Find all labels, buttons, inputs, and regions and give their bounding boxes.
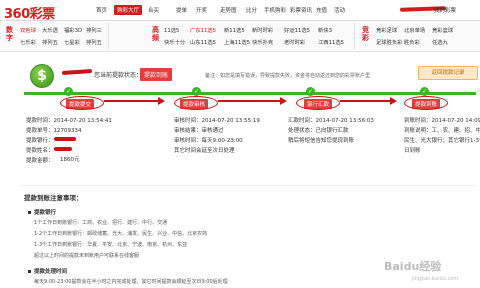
detail-text: 提款姓名： xyxy=(26,148,54,154)
status-hint: 备注：如您是填写错误，导致提款失败，资金将自动返还到您的彩票账户里 xyxy=(205,73,371,79)
menu-divider xyxy=(108,23,109,49)
lottery-item[interactable]: 北京单场 xyxy=(404,26,425,34)
detail-text: 到账时间：2014-07-20 14:09:02 xyxy=(404,118,480,124)
notes-title: 提款到账注意事项： xyxy=(24,194,83,202)
redacted-name xyxy=(54,147,72,151)
notes-subtitle: 提款银行 xyxy=(34,210,57,216)
lottery-item[interactable]: 大乐透 xyxy=(42,26,58,34)
nav-activity[interactable]: 活动 xyxy=(334,6,345,14)
detail-text: 到账说明：工、农、建、招、中行 xyxy=(404,128,480,134)
lottery-item[interactable]: 江西11选5 xyxy=(318,38,344,46)
arrow-head-icon xyxy=(390,97,397,105)
detail-text: 汇款时间：2014-07-20 13:56:03 xyxy=(288,118,374,124)
detail-text: 提款时间：2014-07-20 13:54:41 xyxy=(26,118,112,124)
notes-subtitle: 提款处理时间 xyxy=(34,269,68,275)
category-digital: 数字 xyxy=(6,26,13,42)
logo[interactable]: 360彩票 xyxy=(4,3,55,22)
notes-line: 每天9:00-23:00提款会在半小时之内完成处理，其它时间提款会顺延至次日9:… xyxy=(34,279,228,285)
divider xyxy=(20,185,476,186)
nav-submit[interactable]: 提单 xyxy=(176,6,187,14)
nav-mobile[interactable]: 手机购彩 xyxy=(264,6,286,14)
nav-group-buy[interactable]: 合买 xyxy=(148,6,159,14)
detail-text: 审核时间：2014-07-20 13:55:19 xyxy=(174,118,260,124)
bullet-icon xyxy=(28,211,31,214)
annotation-circle xyxy=(296,96,340,110)
detail-text: 处理状态：已向银行汇款 xyxy=(288,128,349,134)
detail-text: 提款单号：12709334 xyxy=(26,128,82,134)
menu-divider xyxy=(354,23,355,49)
lottery-item[interactable]: 好运11选5 xyxy=(284,26,310,34)
redacted-name xyxy=(61,68,93,76)
check-icon: ✓ xyxy=(64,87,73,96)
progress-line xyxy=(24,92,476,95)
annotation-circle xyxy=(60,96,104,110)
notes-line: 1个工作日到账银行：工商、农业、招行、建行、中行、交通 xyxy=(34,220,168,226)
nav-trend[interactable]: 走势图 xyxy=(220,6,237,14)
nav-home[interactable]: 首页 xyxy=(96,6,107,14)
detail-text: 提款银行： xyxy=(26,138,54,144)
nav-lottery-hall[interactable]: 购彩大厅 xyxy=(114,5,143,15)
lottery-item[interactable]: 排列五 xyxy=(42,38,58,46)
detail-text: 审核时间：每天9:00-23:00 xyxy=(174,138,243,144)
annotation-arrow xyxy=(218,100,280,102)
check-icon: ✓ xyxy=(420,87,429,96)
lottery-item[interactable]: 七乐彩 xyxy=(20,38,36,46)
withdraw-amount: 1860元 xyxy=(60,157,80,163)
status-badge: 提款到账 xyxy=(140,68,173,81)
lottery-item[interactable]: 新快3 xyxy=(318,26,332,34)
logo-cn: 彩票 xyxy=(29,7,56,22)
money-icon: $ xyxy=(30,64,54,88)
check-icon: ✓ xyxy=(306,87,315,96)
watermark: Baidu经验 xyxy=(384,260,442,273)
status-label: 您当前提款状态： xyxy=(94,72,143,79)
annotation-arrow xyxy=(340,100,390,102)
nav-recharge[interactable]: 充值 xyxy=(316,6,327,14)
check-icon: ✓ xyxy=(192,87,201,96)
bullet-icon xyxy=(28,270,31,273)
redacted-bank xyxy=(54,137,76,141)
lottery-item[interactable]: 福彩3D xyxy=(64,26,82,34)
lottery-item[interactable]: 竞彩篮球 xyxy=(432,26,453,34)
annotation-circle xyxy=(404,96,448,110)
detail-text: 民生、光大银行；其它银行1-3个工作 xyxy=(404,138,480,144)
lottery-item[interactable]: 排列三 xyxy=(86,26,102,34)
lottery-item[interactable]: 七星彩 xyxy=(64,38,80,46)
annotation-circle xyxy=(174,96,218,110)
lottery-item[interactable]: 11选5 xyxy=(164,26,179,34)
lottery-item[interactable]: 山东11选5 xyxy=(190,38,216,46)
detail-text: 提款金额： xyxy=(26,158,54,164)
lottery-item[interactable]: 上海11选5 xyxy=(224,38,250,46)
lottery-item[interactable]: 新11选5 xyxy=(224,26,245,34)
lottery-item[interactable]: 排列五 xyxy=(86,38,102,46)
lottery-item[interactable]: 老时时彩 xyxy=(284,38,305,46)
lottery-item[interactable]: 快乐扑克 xyxy=(252,38,273,46)
lottery-item[interactable]: 快乐十分 xyxy=(164,38,185,46)
lottery-item[interactable]: 胜负彩 xyxy=(404,38,420,46)
watermark-url: jingyan.baidu.com xyxy=(412,276,459,282)
notes-line: 超过以上时间的提款未到账用户可联系在线客服 xyxy=(34,253,140,259)
detail-text: 稍后将短信告知您提现到账 xyxy=(288,138,355,144)
back-to-records-button[interactable]: 返回提款记录 xyxy=(418,66,478,80)
category-high-freq: 高频 xyxy=(152,26,159,42)
category-sports: 竞彩 xyxy=(362,26,369,42)
lottery-item[interactable]: 广东11选5 xyxy=(190,26,216,34)
lottery-item[interactable]: 竞彩足球 xyxy=(376,26,397,34)
notes-line: 1-2个工作日到账银行：邮政储蓄、光大、浦发、民生、兴业、中信、北京农商 xyxy=(34,231,208,237)
notes-line: 1-3个工作日到账银行：华夏、平安、北京、宁波、南京、杭州、东亚 xyxy=(34,242,188,248)
lottery-item[interactable]: 足球胜负彩 xyxy=(376,38,403,46)
detail-text: 日到账 xyxy=(404,148,421,154)
my-account-link[interactable]: 我的彩票 xyxy=(434,6,456,14)
nav-score[interactable]: 比分 xyxy=(246,6,257,14)
nav-draw[interactable]: 开奖 xyxy=(196,6,207,14)
detail-text: 审核结果：审核通过 xyxy=(174,128,224,134)
lottery-item[interactable]: 任选九 xyxy=(432,38,448,46)
lottery-item[interactable]: 双色球 xyxy=(20,26,36,34)
arrow-head-icon xyxy=(158,97,165,105)
detail-text: 其它时间会延至次日处理 xyxy=(174,148,235,154)
nav-news[interactable]: 彩票资讯 xyxy=(290,6,312,14)
lottery-item[interactable]: 新时时彩 xyxy=(252,26,273,34)
annotation-arrow xyxy=(104,100,158,102)
arrow-head-icon xyxy=(280,97,287,105)
logo-num: 360 xyxy=(4,7,30,22)
